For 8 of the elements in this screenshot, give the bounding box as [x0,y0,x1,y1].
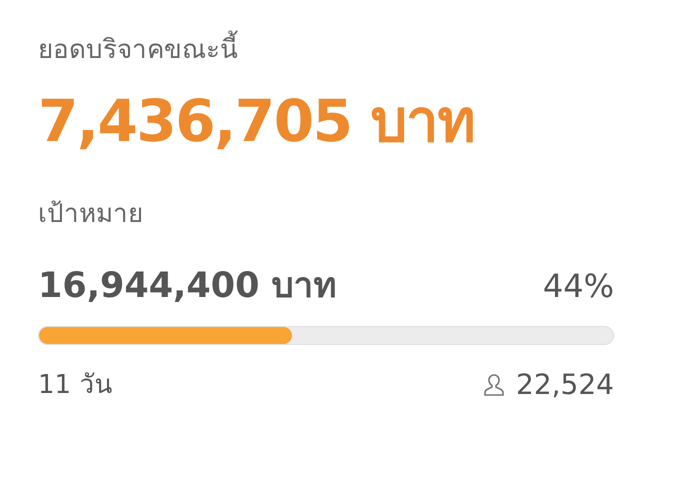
days-remaining: 11 วัน [38,369,112,402]
goal-amount: 16,944,400 บาท [38,265,337,308]
donor-count: 22,524 [516,367,614,403]
progress-percent: 44% [542,266,614,307]
raised-amount: 7,436,705 บาท [38,86,474,156]
raised-label: ยอดบริจาคขณะนี้ [38,30,238,70]
person-icon [484,373,504,397]
goal-label: เป้าหมาย [38,198,143,231]
